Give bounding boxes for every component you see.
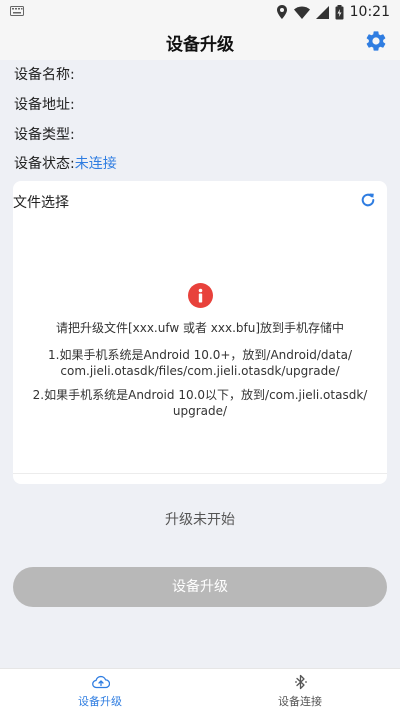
file-select-card: 文件选择 请把升级文件[xxx.ufw 或者 xxx.bfu]放到手机存储中 1… (13, 181, 387, 484)
hint-2-line1: 2.如果手机系统是Android 10.0以下，放到/com.jieli.ota… (32, 388, 368, 402)
refresh-icon[interactable] (360, 192, 376, 208)
gear-icon[interactable] (364, 29, 388, 53)
wifi-icon (293, 6, 310, 19)
nav-item-connect[interactable]: 设备连接 (200, 669, 400, 712)
status-bar: 10:21 (0, 0, 400, 24)
nav-label-connect: 设备连接 (278, 695, 322, 708)
page-title: 设备升级 (166, 35, 234, 55)
alert-icon (188, 283, 213, 308)
hint-1-line2: com.jieli.otasdk/files/com.jieli.otasdk/… (60, 364, 340, 378)
hint-1-line1: 1.如果手机系统是Android 10.0+，放到/Android/data/ (48, 348, 352, 362)
keyboard-icon (10, 6, 24, 16)
nav-item-upgrade[interactable]: 设备升级 (0, 669, 200, 712)
device-status-value: 未连接 (74, 156, 117, 172)
device-type-row: 设备类型: (14, 124, 75, 144)
bluetooth-icon (295, 674, 307, 690)
upgrade-status-text: 升级未开始 (165, 512, 235, 528)
bottom-nav: 设备升级 设备连接 (0, 668, 400, 712)
device-address-label: 设备地址: (14, 97, 75, 113)
device-name-label: 设备名称: (14, 67, 75, 83)
clock: 10:21 (349, 4, 390, 20)
card-divider (13, 473, 387, 474)
hint-2-line2: upgrade/ (172, 404, 228, 418)
device-name-row: 设备名称: (14, 64, 75, 84)
battery-icon (335, 4, 344, 19)
device-status-label: 设备状态: (14, 156, 75, 172)
device-address-row: 设备地址: (14, 94, 75, 114)
location-icon (276, 5, 287, 19)
file-select-title: 文件选择 (13, 195, 69, 211)
signal-icon (315, 5, 329, 19)
nav-label-upgrade: 设备升级 (78, 695, 122, 708)
upgrade-button[interactable]: 设备升级 (13, 567, 387, 607)
hint-main: 请把升级文件[xxx.ufw 或者 xxx.bfu]放到手机存储中 (55, 321, 345, 335)
cloud-upload-icon (92, 675, 110, 689)
app-bar: 设备升级 (0, 24, 400, 60)
device-status-row: 设备状态:未连接 (14, 153, 117, 173)
device-type-label: 设备类型: (14, 127, 75, 143)
